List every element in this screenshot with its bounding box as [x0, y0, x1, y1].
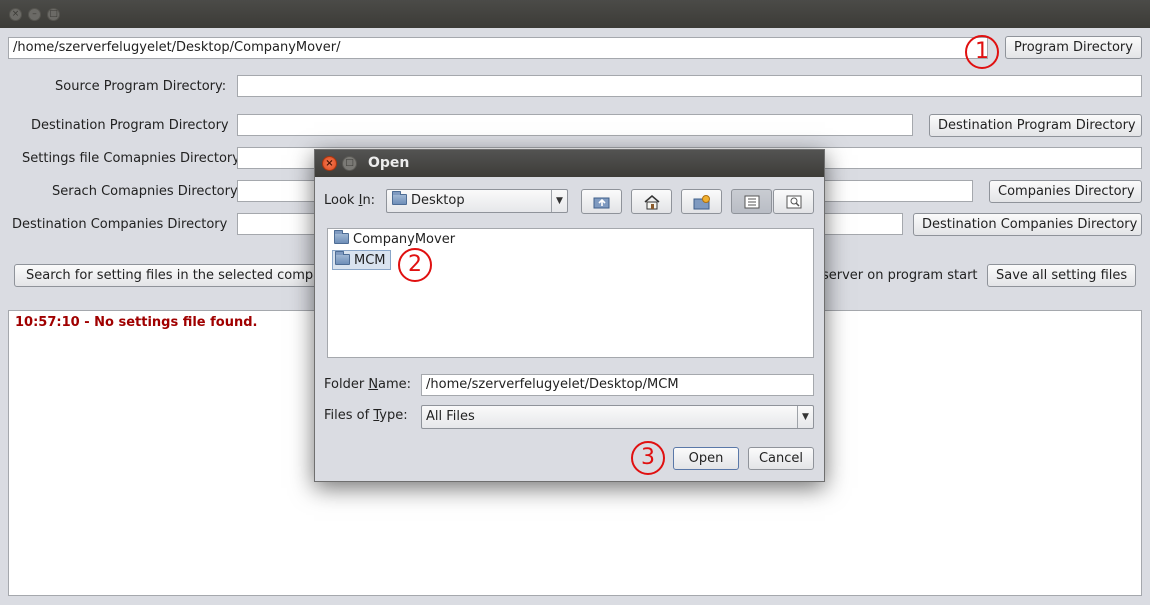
annotation-step-3: 3	[631, 441, 665, 475]
log-line: 10:57:10 - No settings file found.	[15, 315, 258, 330]
settings-file-companies-directory-label: Settings file Comapnies Directory	[22, 151, 240, 166]
destination-companies-directory-label: Destination Companies Directory	[12, 217, 228, 232]
destination-program-directory-button[interactable]: Destination Program Directory	[929, 114, 1142, 137]
files-of-type-label: Files of Type:	[324, 408, 408, 423]
close-icon: ×	[325, 158, 334, 169]
home-button[interactable]	[631, 189, 672, 214]
cancel-button[interactable]: Cancel	[748, 447, 814, 470]
up-folder-icon	[593, 197, 609, 209]
dialog-title: Open	[368, 155, 410, 171]
folder-name-field[interactable]: /home/szerverfelugyelet/Desktop/MCM	[421, 374, 814, 396]
look-in-combo[interactable]: Desktop ▼	[386, 189, 568, 213]
destination-program-directory-label: Destination Program Directory	[31, 118, 229, 133]
maximize-icon: □	[49, 9, 58, 19]
search-companies-directory-label: Serach Comapnies Directory	[52, 184, 238, 199]
window-titlebar: × – □	[0, 0, 1150, 28]
destination-companies-directory-button[interactable]: Destination Companies Directory	[913, 213, 1142, 236]
files-of-type-value: All Files	[426, 409, 475, 424]
file-list[interactable]: CompanyMover MCM	[327, 228, 814, 358]
server-on-program-start-label: server on program start	[822, 268, 978, 283]
open-button[interactable]: Open	[673, 447, 739, 470]
chevron-down-icon: ▼	[551, 190, 567, 212]
window-maximize-button[interactable]: □	[47, 8, 60, 21]
minimize-icon: –	[32, 9, 37, 19]
annotation-step-1: 1	[965, 35, 999, 69]
annotation-step-2: 2	[398, 248, 432, 282]
save-all-setting-files-button[interactable]: Save all setting files	[987, 264, 1136, 287]
file-name: MCM	[354, 253, 386, 268]
home-icon	[644, 195, 659, 210]
program-path-field[interactable]: /home/szerverfelugyelet/Desktop/CompanyM…	[8, 37, 988, 59]
list-view-icon	[744, 195, 759, 209]
close-icon: ×	[11, 9, 20, 19]
list-item-selected[interactable]: MCM	[332, 250, 391, 270]
folder-icon	[334, 230, 349, 244]
files-of-type-combo[interactable]: All Files ▼	[421, 405, 814, 429]
chevron-down-icon: ▼	[797, 406, 813, 428]
dialog-close-button[interactable]: ×	[322, 156, 337, 171]
window-minimize-button[interactable]: –	[28, 8, 41, 21]
details-view-button[interactable]	[773, 189, 814, 214]
source-program-directory-label: Source Program Directory:	[55, 79, 227, 94]
source-program-directory-field[interactable]	[237, 75, 1142, 97]
dialog-maximize-button[interactable]: □	[342, 156, 357, 171]
folder-icon	[335, 251, 350, 265]
maximize-icon: □	[345, 158, 354, 168]
open-dialog: × □ Open Look In: Desktop ▼ CompanyMover…	[314, 149, 825, 482]
look-in-label: Look In:	[324, 193, 376, 208]
details-view-icon	[786, 195, 801, 209]
up-folder-button[interactable]	[581, 189, 622, 214]
companies-directory-button[interactable]: Companies Directory	[989, 180, 1142, 203]
dialog-titlebar: × □ Open	[315, 150, 824, 177]
look-in-value: Desktop	[411, 193, 465, 208]
program-directory-button[interactable]: Program Directory	[1005, 36, 1142, 59]
destination-program-directory-field[interactable]	[237, 114, 913, 136]
new-folder-button[interactable]	[681, 189, 722, 214]
list-item[interactable]: CompanyMover	[332, 230, 459, 250]
new-folder-icon	[693, 195, 710, 210]
folder-name-label: Folder Name:	[324, 377, 412, 392]
window-close-button[interactable]: ×	[9, 8, 22, 21]
folder-icon	[392, 191, 407, 205]
file-name: CompanyMover	[353, 232, 456, 247]
list-view-button[interactable]	[731, 189, 772, 214]
